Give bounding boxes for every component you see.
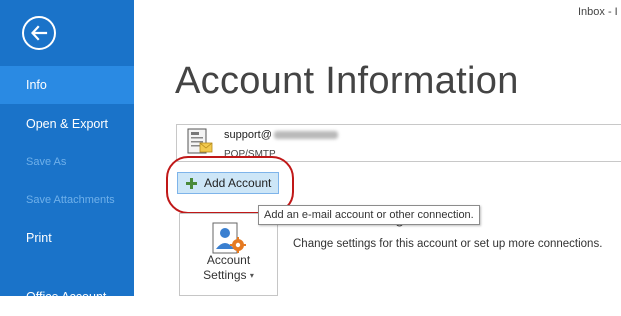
- account-card-icon: [187, 128, 213, 154]
- window-title: Inbox - I: [578, 6, 618, 18]
- sidebar-item-save-attachments[interactable]: Save Attachments: [0, 181, 134, 219]
- chevron-down-icon: ▾: [249, 271, 254, 280]
- sidebar-item-info[interactable]: Info: [0, 66, 134, 104]
- account-email: support@: [224, 129, 338, 141]
- backstage-sidebar: Info Open & Export Save As Save Attachme…: [0, 0, 134, 304]
- tile-label-line2-text: Settings: [203, 268, 247, 282]
- tile-label-line1: Account: [206, 253, 251, 267]
- account-settings-button[interactable]: Account Settings ▾: [179, 213, 278, 296]
- sidebar-item-save-as[interactable]: Save As: [0, 143, 134, 181]
- tile-label-line2: Settings ▾: [180, 268, 277, 283]
- sidebar-item-print[interactable]: Print: [0, 219, 134, 257]
- account-settings-description: Change settings for this account or set …: [293, 238, 603, 250]
- back-arrow-icon: [31, 25, 48, 41]
- email-redaction: [273, 131, 338, 140]
- page-title: Account Information: [175, 60, 519, 102]
- sidebar-item-office-account[interactable]: Office Account: [0, 278, 134, 316]
- sidebar-item-open-export[interactable]: Open & Export: [0, 105, 134, 143]
- account-settings-icon: [212, 222, 246, 254]
- account-email-text: support@: [224, 129, 272, 141]
- back-button[interactable]: [22, 16, 56, 50]
- add-account-tooltip: Add an e-mail account or other connectio…: [258, 205, 480, 225]
